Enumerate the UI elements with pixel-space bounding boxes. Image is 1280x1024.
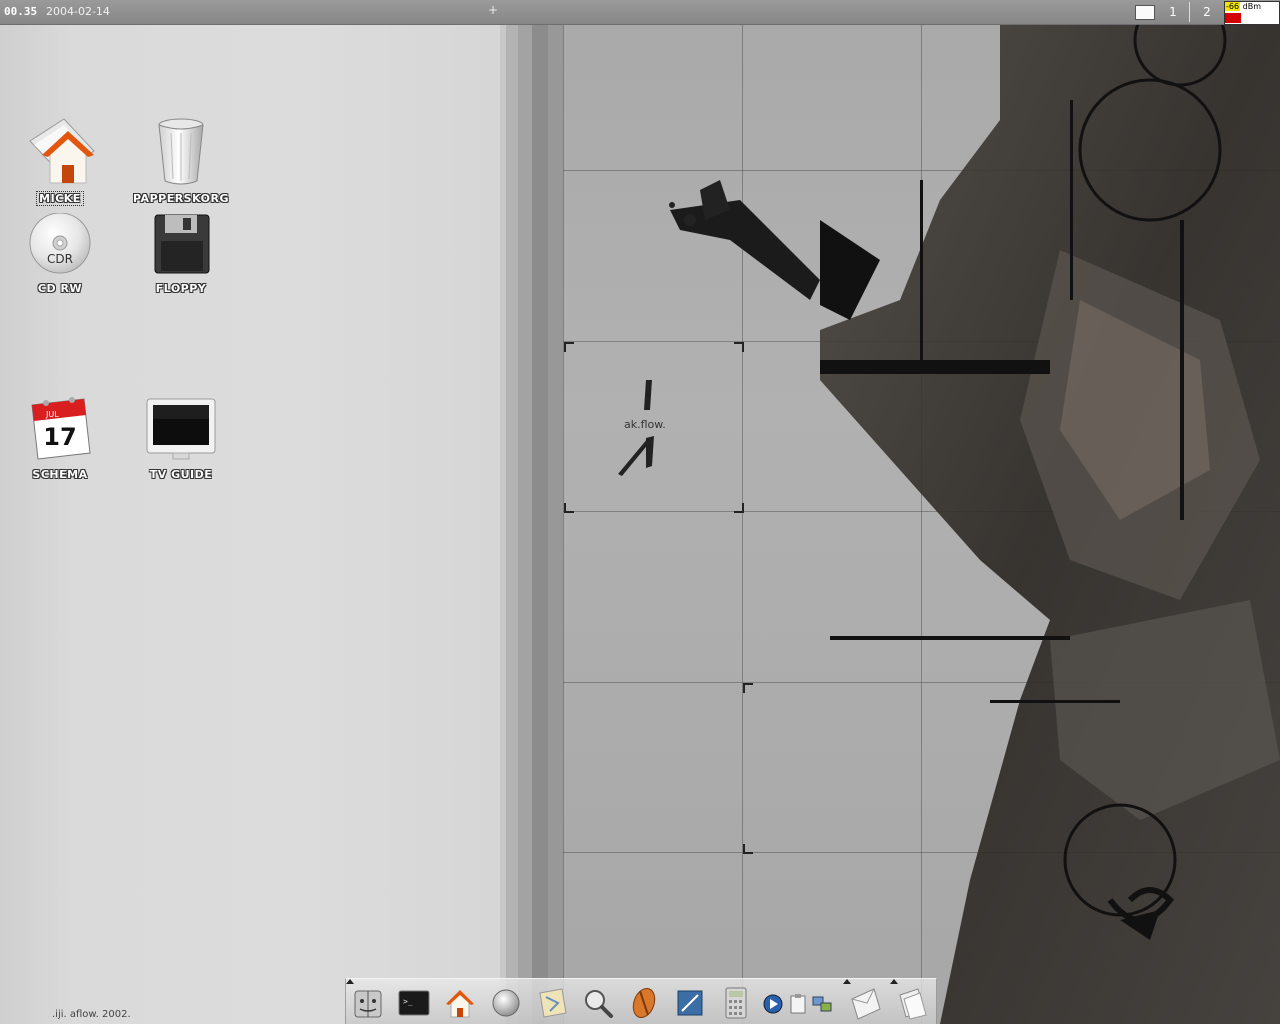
trash-icon <box>158 118 204 185</box>
ink-splatter <box>669 180 820 300</box>
dock-item-finder[interactable] <box>350 985 386 1021</box>
desktop-icon-trash[interactable]: PAPPERSKORG <box>126 115 236 206</box>
calendar-icon: JUL 17 <box>31 397 91 460</box>
wallpaper-strip <box>548 0 563 1024</box>
date[interactable]: 2004-02-14 <box>46 5 110 18</box>
home-icon <box>446 990 474 1018</box>
signal-value: -66 <box>1225 2 1241 11</box>
workspace-2-button[interactable]: 2 <box>1190 0 1224 24</box>
dock-item-editor[interactable] <box>672 985 708 1021</box>
terminal-icon: >_ <box>398 990 430 1016</box>
desktop-icon-floppy[interactable]: FLOPPY <box>126 213 236 296</box>
cd-icon: CDR <box>29 213 91 274</box>
wallpaper-credit: .iji. aflow. 2002. <box>52 1009 131 1020</box>
grid-corner-mark <box>743 683 753 693</box>
dock-item-clipboard[interactable] <box>787 993 809 1015</box>
desktop-icon-calendar[interactable]: JUL 17 SCHEMA <box>5 395 115 482</box>
grid-corner-mark <box>564 503 574 513</box>
signal-readout: -66 dBm <box>1225 2 1279 12</box>
dock-item-media-player[interactable] <box>762 993 784 1015</box>
map-icon <box>539 988 567 1018</box>
add-applet-button[interactable]: + <box>488 3 498 17</box>
wallpaper-akflow-text: ak.flow. <box>624 418 666 431</box>
dock-running-indicator <box>843 979 851 984</box>
floppy-icon <box>154 214 210 274</box>
calculator-icon <box>725 987 747 1019</box>
desktop-icon-cdrw[interactable]: CDR CD RW <box>5 213 115 296</box>
top-panel: 00.35 2004-02-14 + 1 2 -66 dBm <box>0 0 1280 25</box>
dock-item-mail[interactable] <box>848 985 884 1021</box>
dock-item-disc[interactable] <box>488 985 524 1021</box>
network-icon <box>812 996 832 1012</box>
home-folder-icon <box>29 118 95 184</box>
tray-window-icon[interactable] <box>1135 5 1155 20</box>
wifi-signal-monitor[interactable]: -66 dBm <box>1224 1 1280 25</box>
dock-running-indicator <box>890 979 898 984</box>
calendar-month: JUL <box>45 410 59 419</box>
grid-corner-mark <box>734 503 744 513</box>
signal-unit: dBm <box>1242 2 1261 11</box>
dock-item-home[interactable] <box>442 985 478 1021</box>
desktop-icon-home[interactable]: MICKE <box>5 115 115 206</box>
dock-running-indicator <box>346 979 354 984</box>
dock-item-calculator[interactable] <box>718 985 754 1021</box>
clipboard-icon <box>790 994 806 1014</box>
signal-level-fill <box>1225 13 1241 23</box>
svg-text:>_: >_ <box>403 997 413 1006</box>
clock[interactable]: 00.35 <box>4 5 37 18</box>
desktop-icon-label: PAPPERSKORG <box>133 192 229 205</box>
desktop-icon-label: SCHEMA <box>32 468 88 481</box>
dock-item-terminal[interactable]: >_ <box>396 985 432 1021</box>
grid-corner-mark <box>743 844 753 854</box>
dock: >_ <box>345 978 937 1024</box>
dock-item-search[interactable] <box>580 985 616 1021</box>
desktop-icon-tvguide[interactable]: TV GUIDE <box>126 395 236 482</box>
wallpaper-strip <box>506 0 518 1024</box>
desktop-icon-label: TV GUIDE <box>149 468 213 481</box>
cd-disc-text: CDR <box>47 252 73 266</box>
magnifier-icon <box>585 990 613 1018</box>
desktop-icon-label: CD RW <box>37 282 83 295</box>
signal-level-bar <box>1225 13 1279 23</box>
dock-item-browser[interactable] <box>626 985 662 1021</box>
wallpaper-strip <box>518 0 532 1024</box>
workspace-1-button[interactable]: 1 <box>1156 0 1190 24</box>
media-player-icon <box>763 994 783 1014</box>
finder-icon <box>354 990 382 1018</box>
dock-item-documents[interactable] <box>894 985 930 1021</box>
grunge-artwork <box>820 0 1280 1024</box>
grid-corner-mark <box>564 342 574 352</box>
monitor-icon <box>146 398 216 460</box>
disc-icon <box>492 989 520 1017</box>
desktop-icon-label: MICKE <box>36 191 84 206</box>
wallpaper-akflow-logo: ak.flow. <box>612 378 692 478</box>
desktop-icon-label: FLOPPY <box>155 282 207 295</box>
wallpaper-strip <box>532 0 548 1024</box>
grid-corner-mark <box>734 342 744 352</box>
dock-item-map[interactable] <box>534 985 570 1021</box>
mail-icon <box>851 988 881 1020</box>
calendar-day: 17 <box>43 423 76 451</box>
documents-icon <box>899 988 927 1020</box>
editor-icon <box>677 990 703 1016</box>
dock-item-network[interactable] <box>811 993 833 1015</box>
browser-icon <box>632 987 656 1019</box>
